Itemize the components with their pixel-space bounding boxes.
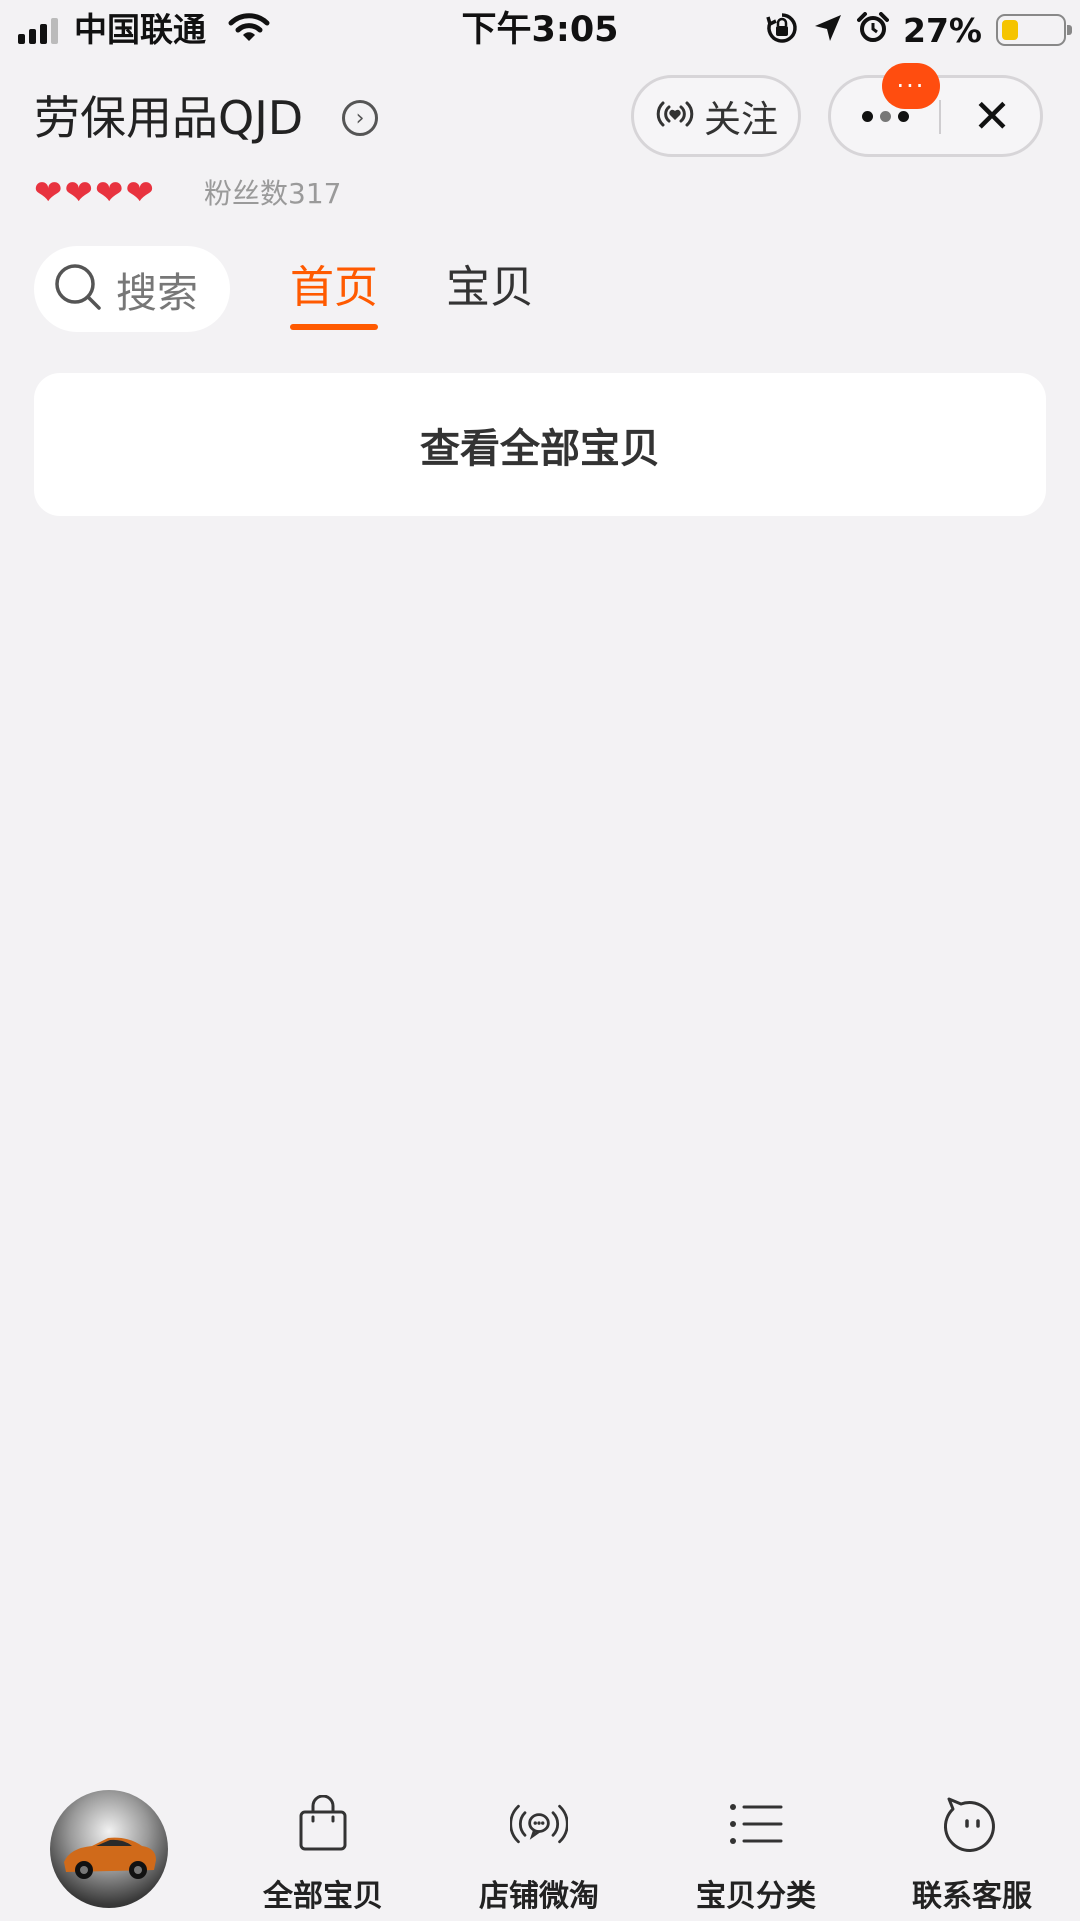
search-label: 搜索 [116, 269, 198, 317]
bottom-nav-categories[interactable]: 宝贝分类 [681, 1795, 831, 1915]
bottom-nav-label: 联系客服 [912, 1879, 1032, 1914]
shop-name[interactable]: 劳保用品QJD [34, 88, 303, 148]
battery-percentage: 27% [903, 10, 982, 50]
rotation-lock-icon [765, 11, 799, 49]
heart-icon: ❤ [95, 173, 124, 213]
bottom-nav-customer-service[interactable]: 联系客服 [897, 1795, 1047, 1915]
notification-badge[interactable]: ··· [882, 63, 940, 109]
follow-label: 关注 [704, 98, 778, 141]
follow-button[interactable]: 关注 [631, 75, 801, 157]
shopping-bag-icon [294, 1795, 352, 1853]
broadcast-heart-icon [654, 97, 696, 135]
alarm-icon [857, 12, 889, 48]
bottom-nav-all-items[interactable]: 全部宝贝 [248, 1795, 398, 1915]
shop-rating: ❤ ❤ ❤ ❤ [34, 176, 154, 210]
bottom-nav-weitao[interactable]: 店铺微淘 [464, 1795, 614, 1915]
tab-items[interactable]: 宝贝 [446, 258, 534, 318]
heart-icon: ❤ [125, 173, 155, 213]
tab-home[interactable]: 首页 [290, 258, 378, 330]
chevron-right-icon[interactable]: › [342, 100, 378, 136]
bottom-nav-label: 宝贝分类 [696, 1879, 816, 1914]
battery-icon [996, 14, 1072, 46]
category-list-icon [727, 1795, 785, 1853]
heart-icon: ❤ [34, 173, 63, 213]
service-face-icon [943, 1795, 1001, 1853]
location-icon [813, 13, 843, 47]
search-icon [52, 261, 104, 317]
view-all-items-button[interactable]: 查看全部宝贝 [34, 373, 1046, 516]
status-bar: 中国联通 下午3:05 27% [0, 0, 1080, 60]
shop-avatar[interactable] [50, 1790, 168, 1908]
fans-count: 粉丝数317 [204, 177, 342, 210]
search-button[interactable]: 搜索 [34, 246, 230, 332]
bottom-nav-label: 店铺微淘 [479, 1879, 599, 1914]
bottom-nav-label: 全部宝贝 [263, 1879, 383, 1914]
close-button[interactable]: ✕ [941, 78, 1043, 154]
battery-level-fill [1002, 20, 1018, 40]
close-icon: ✕ [972, 89, 1012, 143]
heart-icon: ❤ [64, 173, 94, 213]
broadcast-chat-icon [510, 1795, 568, 1853]
